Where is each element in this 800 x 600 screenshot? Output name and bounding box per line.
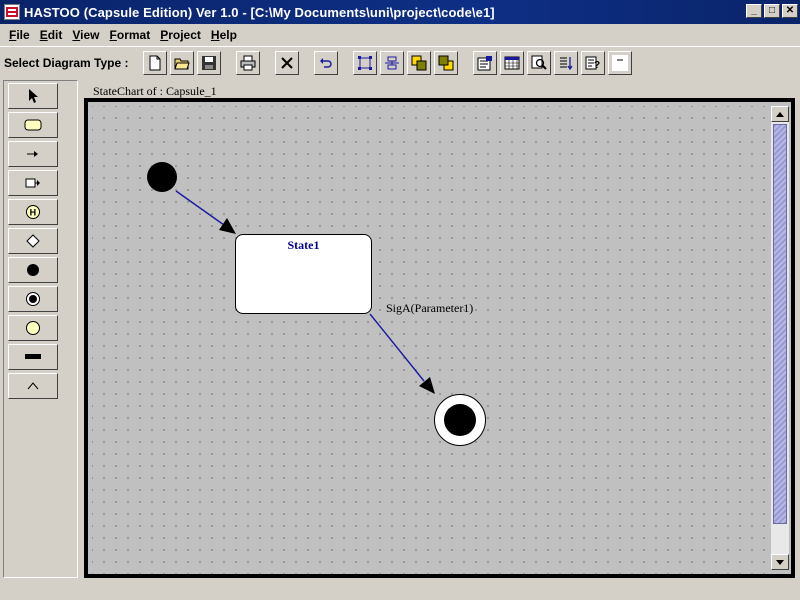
maximize-icon: □ [768,5,776,16]
delete-button[interactable] [274,50,299,75]
properties-button[interactable] [472,50,497,75]
initial-state-tool-button[interactable] [8,257,58,283]
undo-button[interactable] [313,50,338,75]
diagram-type-label: Select Diagram Type : [4,55,129,70]
zoom-icon [531,55,547,70]
fork-join-icon [25,354,41,359]
initial-state-node[interactable] [147,162,177,192]
vertical-scrollbar[interactable] [771,106,789,570]
save-button[interactable] [196,50,221,75]
scroll-down-button[interactable] [771,554,789,570]
menu-file[interactable]: File [4,28,35,42]
new-button[interactable] [142,50,167,75]
print-button[interactable] [235,50,260,75]
app-icon [4,4,20,20]
diagram-canvas-frame [84,98,795,578]
note-tool-button[interactable] [8,315,58,341]
align-icon [384,56,399,69]
scroll-up-icon [776,111,784,117]
final-state-node[interactable] [434,394,486,446]
send-back-button[interactable] [433,50,458,75]
diagram-title: StateChart of : Capsule_1 [93,84,217,98]
select-group-icon [357,55,372,70]
align-button[interactable] [379,50,404,75]
bring-front-icon [411,55,426,70]
title-bar: HASTOO (Capsule Edition) Ver 1.0 - [C:\M… [0,0,800,24]
self-transition-tool-button[interactable] [8,170,58,196]
print-icon [240,55,255,70]
window-title: HASTOO (Capsule Edition) Ver 1.0 - [C:\M… [24,4,495,20]
menu-edit[interactable]: Edit [35,28,68,42]
grid-button[interactable] [499,50,524,75]
transition-icon [27,151,38,157]
new-file-icon [149,55,160,70]
initial-icon [27,264,39,276]
zoom-button[interactable] [526,50,551,75]
close-button[interactable]: ✕ [782,4,798,18]
history-icon: H [26,205,40,219]
maximize-button[interactable]: □ [764,4,780,18]
scroll-up-button[interactable] [771,106,789,122]
diagram-canvas[interactable] [92,106,771,574]
transition-tool-button[interactable] [8,141,58,167]
minimize-icon: _ [751,5,757,16]
menu-help[interactable]: Help [206,28,242,42]
help-button[interactable]: ? [580,50,605,75]
menu-format[interactable]: Format [105,28,156,42]
choice-tool-button[interactable] [8,228,58,254]
open-button[interactable] [169,50,194,75]
sort-icon [559,56,573,70]
toolbar: Select Diagram Type : ? [0,46,800,78]
final-state-tool-button[interactable] [8,286,58,312]
pointer-tool-button[interactable] [8,83,58,109]
minimize-button[interactable]: _ [746,4,762,18]
help-icon: ? [585,56,600,71]
transition-label[interactable]: SigA(Parameter1) [386,301,473,316]
self-transition-icon [25,178,40,188]
send-back-icon [438,55,453,70]
fork-join-tool-button[interactable] [8,344,58,370]
state-icon [24,119,42,131]
open-folder-icon [173,58,190,69]
scroll-thumb[interactable] [773,124,787,524]
choice-icon [26,234,40,248]
save-disk-icon [201,55,216,70]
final-icon [26,292,40,306]
state-name: State1 [287,238,320,252]
final-state-dot [444,404,476,436]
menu-bar: File Edit View Format Project Help [0,25,800,45]
delete-x-icon [280,56,293,69]
select-group-button[interactable] [352,50,377,75]
pointer-icon [29,89,38,103]
svg-text:H: H [30,208,36,218]
menu-view[interactable]: View [67,28,104,42]
sort-button[interactable] [553,50,578,75]
blank-icon [611,54,628,71]
state-node[interactable]: State1 [235,234,372,314]
svg-text:?: ? [594,60,600,71]
bring-front-button[interactable] [406,50,431,75]
undo-icon [319,57,332,68]
history-tool-button[interactable]: H [8,199,58,225]
up-caret-tool-button[interactable] [8,373,58,399]
tool-palette: H [3,80,78,578]
close-icon: ✕ [785,5,795,16]
menu-project[interactable]: Project [155,28,206,42]
up-caret-icon [27,382,39,390]
scroll-down-icon [776,559,784,565]
properties-icon [477,55,492,70]
grid-icon [504,56,519,69]
note-icon [26,321,40,335]
state-tool-button[interactable] [8,112,58,138]
blank-button[interactable] [607,50,632,75]
